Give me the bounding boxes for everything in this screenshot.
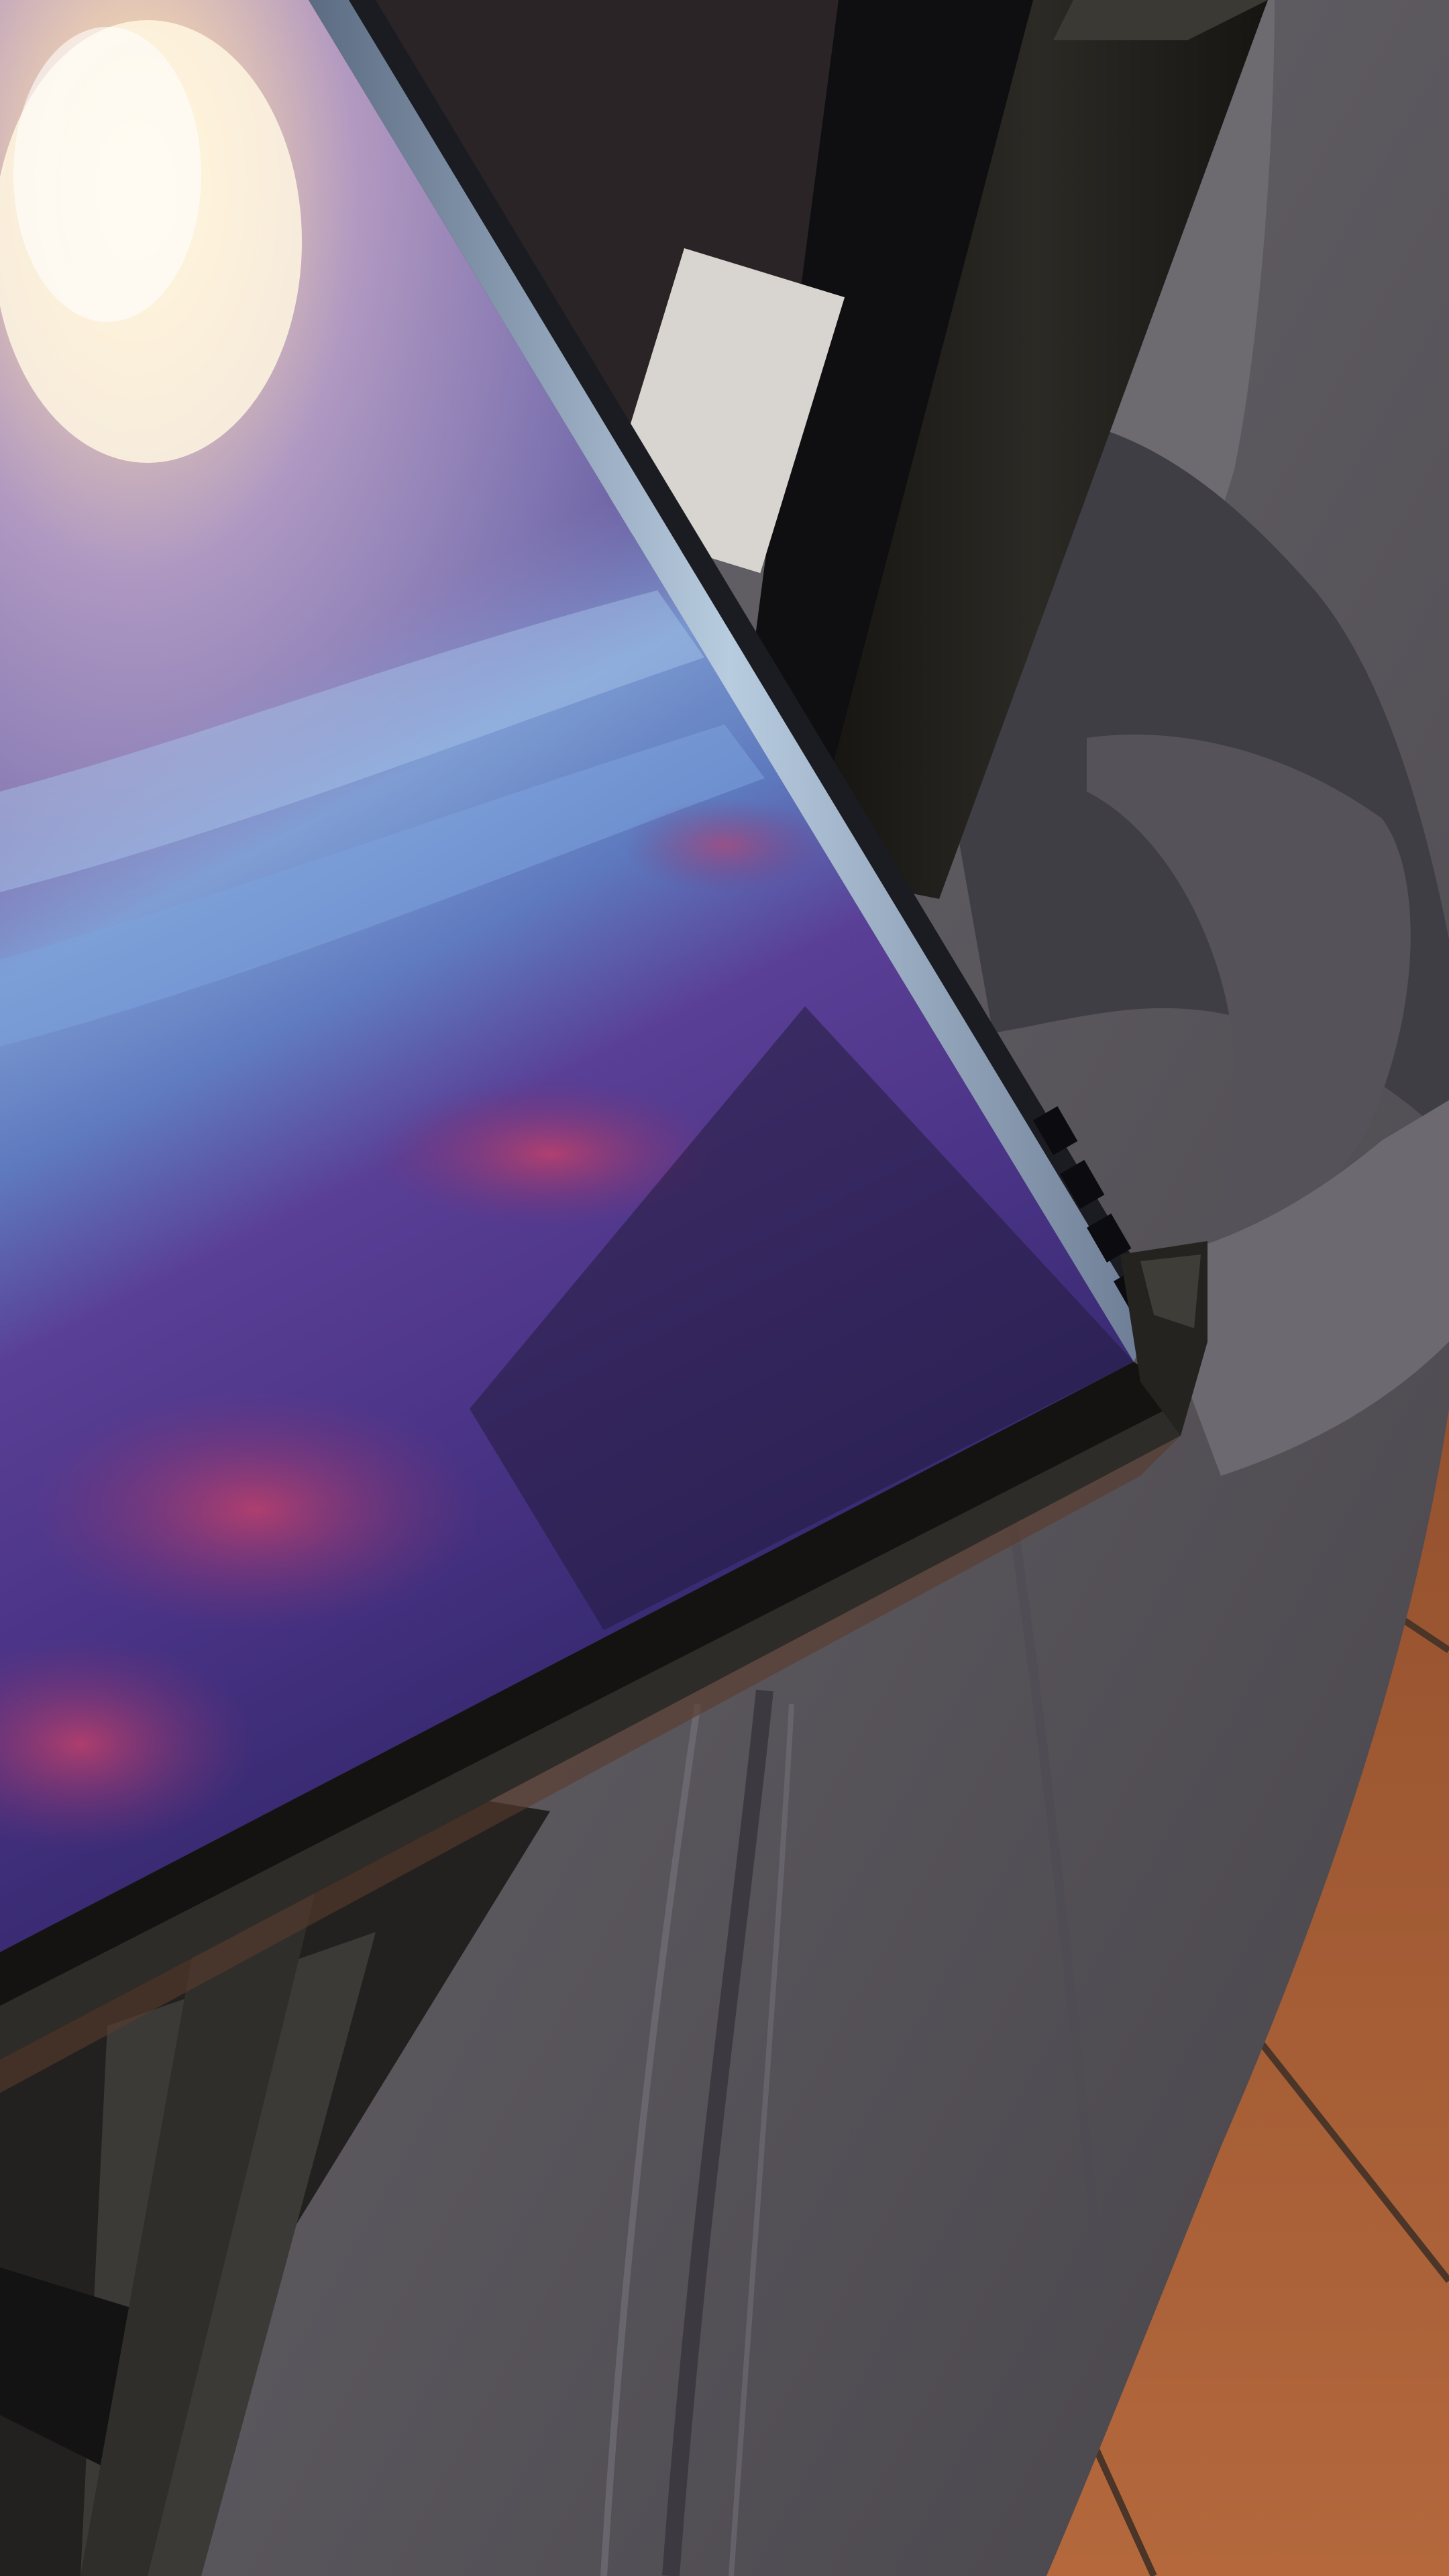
photo-scene	[0, 0, 1449, 2576]
photo-canvas	[0, 0, 1449, 2576]
